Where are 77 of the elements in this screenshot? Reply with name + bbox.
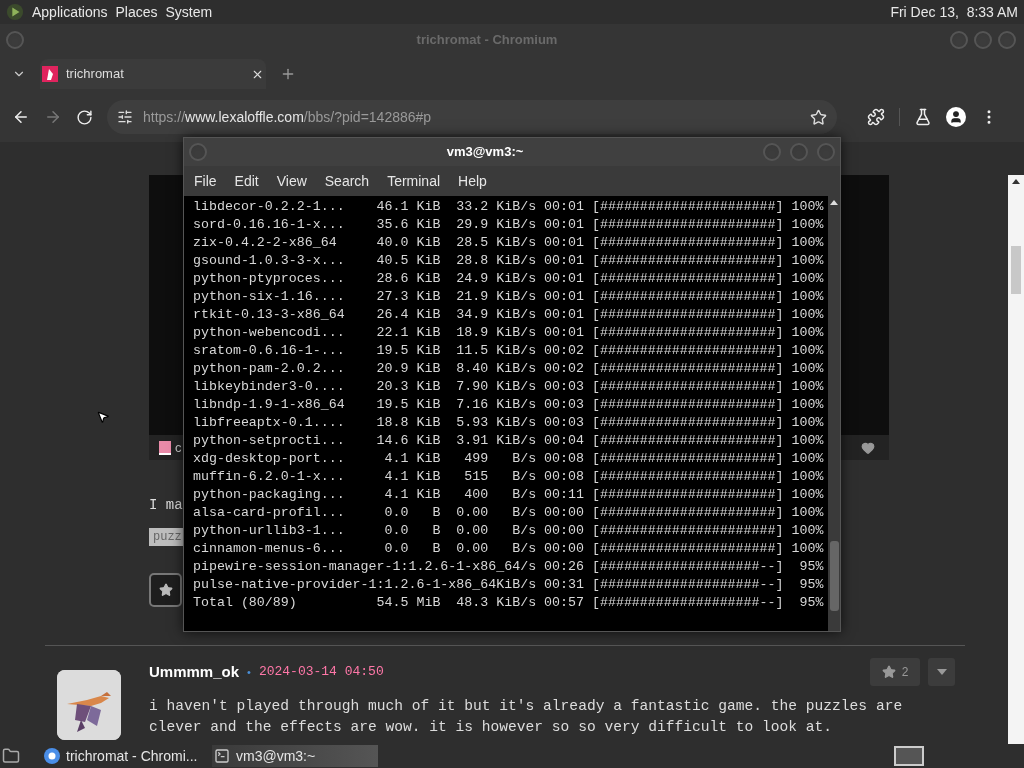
- terminal-line: libdecor-0.2.2-1... 46.1 KiB 33.2 KiB/s 00:01 [######################] 100%: [193, 198, 824, 216]
- terminal-line: python-urllib3-1... 0.0 B 0.00 B/s 00:00 [######################] 100%: [193, 522, 824, 540]
- comment-author[interactable]: Ummmm_ok: [149, 660, 240, 684]
- star-button[interactable]: [149, 573, 182, 607]
- terminal-line: libndp-1.9-1-x86_64 19.5 KiB 7.16 KiB/s 00:03 [######################] 100%: [193, 396, 824, 414]
- terminal-line: sratom-0.6.16-1-... 19.5 KiB 11.5 KiB/s 00:02 [######################] 100%: [193, 342, 824, 360]
- cart-label: c: [175, 438, 182, 457]
- scrollbar-thumb[interactable]: [829, 541, 839, 611]
- terminal-line: rtkit-0.13-3-x86_64 26.4 KiB 34.9 KiB/s 00:01 [######################] 100%: [193, 306, 824, 324]
- browser-icon: [44, 748, 60, 764]
- reload-icon[interactable]: [76, 108, 93, 126]
- terminal-line: xdg-desktop-port... 4.1 KiB 499 B/s 00:08 [######################] 100%: [193, 450, 824, 468]
- favicon-icon: [42, 66, 58, 82]
- bookmark-star-icon[interactable]: [810, 108, 827, 126]
- comment-date[interactable]: 2024-03-14 04:50: [258, 662, 384, 682]
- panel-menu[interactable]: Places: [115, 1, 158, 23]
- profile-icon[interactable]: [946, 107, 966, 127]
- site-settings-icon[interactable]: [117, 109, 133, 125]
- terminal-line: python-setprocti... 14.6 KiB 3.91 KiB/s 00:04 [######################] 100%: [193, 432, 824, 450]
- flask-icon[interactable]: [914, 108, 932, 126]
- like-button[interactable]: 2: [870, 658, 920, 686]
- scrollbar-thumb[interactable]: [1011, 246, 1021, 294]
- separator-dot: •: [247, 664, 251, 680]
- terminal-line: python-webencodi... 22.1 KiB 18.9 KiB/s 00:01 [######################] 100%: [193, 324, 824, 342]
- menu-item[interactable]: File: [194, 170, 217, 192]
- terminal-line: muffin-6.2.0-1-x... 4.1 KiB 515 B/s 00:08 [######################] 100%: [193, 468, 824, 486]
- terminal-line: Total (80/89) 54.5 MiB 48.3 KiB/s 00:57 [####################--] 95%: [193, 594, 824, 612]
- back-icon[interactable]: [12, 108, 30, 126]
- taskbar-label: vm3@vm3:~: [236, 746, 316, 766]
- heart-icon[interactable]: [861, 440, 875, 455]
- menu-item[interactable]: Terminal: [387, 170, 441, 192]
- panel-menu[interactable]: System: [165, 1, 213, 23]
- scroll-up-icon[interactable]: [1012, 179, 1020, 184]
- taskbar-item[interactable]: trichromat - Chromi...: [42, 745, 208, 767]
- terminal-line: alsa-card-profil... 0.0 B 0.00 B/s 00:00 [######################] 100%: [193, 504, 824, 522]
- cart-icon[interactable]: [159, 440, 171, 455]
- terminal-line: pulse-native-provider-1:1.2.6-1-x86_64KiB/s 00:31 [####################--] 95%: [193, 576, 824, 594]
- star-icon: [158, 583, 173, 597]
- terminal-line: gsound-1.0.3-3-x... 40.5 KiB 28.8 KiB/s 00:01 [######################] 100%: [193, 252, 824, 270]
- menu-item[interactable]: Search: [324, 170, 370, 192]
- extensions-icon[interactable]: [867, 108, 885, 126]
- browser-tab[interactable]: trichromat: [40, 59, 266, 89]
- clock[interactable]: Fri Dec 13, 8:33 AM: [890, 1, 1018, 23]
- logo-icon[interactable]: [6, 3, 24, 21]
- new-tab-icon[interactable]: [280, 66, 296, 82]
- address-bar[interactable]: https://www.lexaloffle.com/bbs/?pid=142886#p: [107, 100, 837, 134]
- post-text: I ma: [149, 496, 183, 515]
- scrollbar[interactable]: [828, 196, 840, 631]
- terminal-icon: [214, 748, 230, 764]
- dropdown-button[interactable]: [928, 658, 955, 686]
- terminal-line: python-six-1.16.... 27.3 KiB 21.9 KiB/s 00:01 [######################] 100%: [193, 288, 824, 306]
- terminal-line: sord-0.16.16-1-x... 35.6 KiB 29.9 KiB/s 00:01 [######################] 100%: [193, 216, 824, 234]
- url-text: https://www.lexaloffle.com/bbs/?pid=142886#p: [143, 107, 432, 127]
- caret-icon: [936, 669, 947, 675]
- star-icon: [881, 665, 896, 679]
- workspace-switcher[interactable]: [894, 746, 924, 766]
- tab-title: trichromat: [66, 65, 124, 84]
- terminal-line: python-packaging... 4.1 KiB 400 B/s 00:11 [######################] 100%: [193, 486, 824, 504]
- menu-item[interactable]: Help: [458, 170, 487, 192]
- panel-menu[interactable]: Applications: [32, 1, 108, 23]
- terminal-line: libkeybinder3-0.... 20.3 KiB 7.90 KiB/s 00:03 [######################] 100%: [193, 378, 824, 396]
- terminal-line: python-pam-2.0.2... 20.9 KiB 8.40 KiB/s 00:02 [######################] 100%: [193, 360, 824, 378]
- menu-item[interactable]: Edit: [234, 170, 259, 192]
- terminal-line: python-ptyproces... 28.6 KiB 24.9 KiB/s 00:01 [######################] 100%: [193, 270, 824, 288]
- taskbar-item[interactable]: vm3@vm3:~: [212, 745, 378, 767]
- terminal-line: libfreeaptx-0.1.... 18.8 KiB 5.93 KiB/s 00:03 [######################] 100%: [193, 414, 824, 432]
- scrollbar[interactable]: [1008, 175, 1024, 744]
- avatar[interactable]: [57, 670, 121, 740]
- terminal-line: zix-0.4.2-2-x86_64 40.0 KiB 28.5 KiB/s 00:01 [######################] 100%: [193, 234, 824, 252]
- scroll-up-icon[interactable]: [830, 200, 838, 205]
- terminal-line: pipewire-session-manager-1:1.2.6-1-x86_64/s 00:26 [####################--] 95%: [193, 558, 824, 576]
- taskbar-label: trichromat - Chromi...: [66, 746, 198, 766]
- window-title: vm3@vm3:~: [446, 143, 524, 162]
- terminal-line: cinnamon-menus-6... 0.0 B 0.00 B/s 00:00 [######################] 100%: [193, 540, 824, 558]
- show-desktop-icon[interactable]: [2, 747, 20, 765]
- menu-item[interactable]: View: [276, 170, 307, 192]
- comment-text: i haven't played through much of it but it's already a fantastic game. the puzzles are clever and the effects are wow. it is however so so very difficult to look at.: [149, 697, 904, 737]
